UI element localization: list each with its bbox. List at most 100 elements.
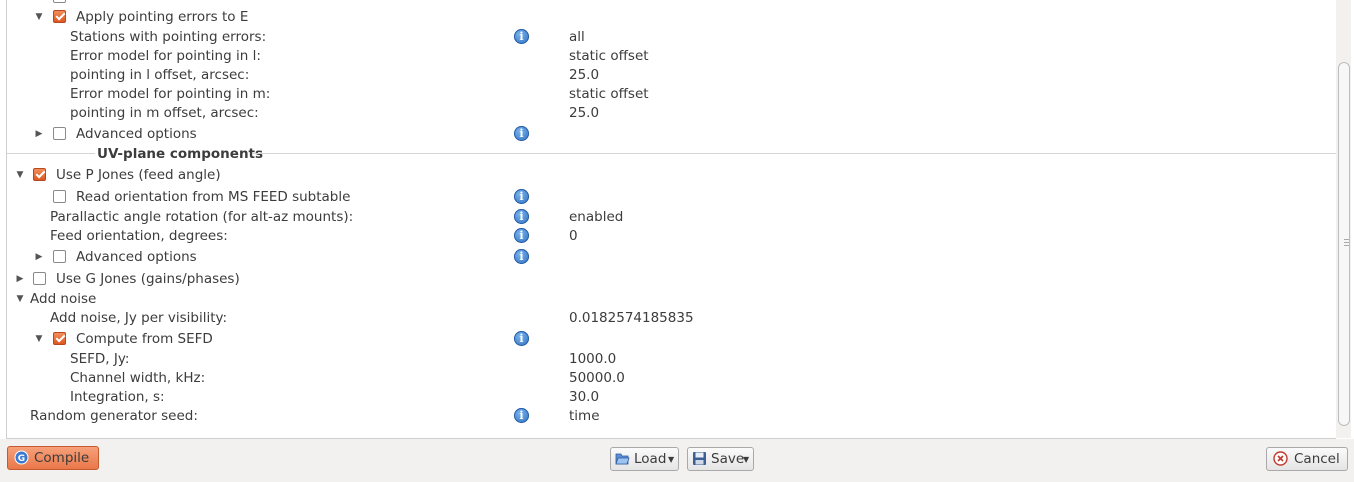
save-button[interactable]: Save ▼ (687, 447, 754, 471)
tree-row-random-seed[interactable]: Random generator seed: i time (7, 407, 1336, 426)
stations-value[interactable]: all (569, 28, 585, 47)
compile-button-label: Compile (34, 450, 90, 466)
err-model-l-label: Error model for pointing in l: (70, 48, 261, 64)
parallactic-label: Parallactic angle rotation (for alt-az m… (50, 209, 354, 225)
expand-arrow-icon[interactable]: ▶ (15, 270, 25, 289)
collapse-arrow-icon[interactable]: ▼ (34, 330, 44, 349)
sefd-label: SEFD, Jy: (70, 351, 130, 367)
tree-row-offset-l[interactable]: pointing in l offset, arcsec: 25.0 (7, 66, 1336, 85)
sefd-value[interactable]: 1000.0 (569, 350, 616, 369)
tree-row-integration[interactable]: Integration, s: 30.0 (7, 388, 1336, 407)
tree-row-err-model-l[interactable]: Error model for pointing in l: static of… (7, 47, 1336, 66)
floppy-disk-icon (693, 452, 706, 465)
offset-m-value[interactable]: 25.0 (569, 104, 599, 123)
integration-label: Integration, s: (70, 389, 165, 405)
expand-arrow-icon[interactable]: ▶ (34, 248, 44, 267)
advanced-options-2-label: Advanced options (76, 249, 197, 265)
section-divider (253, 153, 1336, 154)
random-seed-label: Random generator seed: (30, 408, 198, 424)
read-orientation-label: Read orientation from MS FEED subtable (76, 189, 351, 205)
checkbox-cut[interactable] (53, 0, 66, 3)
tree-row-advanced-options-1[interactable]: ▶ Advanced options i (7, 125, 1336, 144)
advanced-options-2-checkbox[interactable] (53, 250, 66, 263)
scrollbar-thumb[interactable] (1338, 62, 1350, 426)
advanced-options-1-label: Advanced options (76, 126, 197, 142)
compile-button[interactable]: G Compile (7, 446, 99, 470)
options-tree-panel: ▼ Apply pointing errors to E Stations wi… (6, 0, 1336, 439)
tree-row-compute-sefd[interactable]: ▼ Compute from SEFD i (7, 330, 1336, 349)
cancel-button[interactable]: Cancel (1266, 447, 1348, 471)
info-icon[interactable]: i (514, 408, 529, 423)
dialog-button-bar: G Compile Load ▼ Save ▼ Cancel (0, 439, 1354, 482)
compute-sefd-label: Compute from SEFD (76, 331, 213, 347)
tree-row-advanced-options-2[interactable]: ▶ Advanced options i (7, 248, 1336, 267)
cancel-icon (1273, 451, 1288, 466)
integration-value[interactable]: 30.0 (569, 388, 599, 407)
use-g-jones-checkbox[interactable] (33, 272, 46, 285)
tree-row-apply-pointing[interactable]: ▼ Apply pointing errors to E (7, 8, 1336, 27)
stations-label: Stations with pointing errors: (70, 29, 267, 45)
section-title-uv-plane: UV-plane components (97, 146, 264, 162)
save-button-label: Save (711, 451, 745, 467)
folder-open-icon (615, 453, 630, 465)
vertical-scrollbar[interactable] (1336, 0, 1351, 438)
apply-pointing-label: Apply pointing errors to E (76, 9, 249, 25)
tree-row-use-p-jones[interactable]: ▼ Use P Jones (feed angle) (7, 166, 1336, 185)
tree-row-err-model-m[interactable]: Error model for pointing in m: static of… (7, 85, 1336, 104)
tree-row-offset-m[interactable]: pointing in m offset, arcsec: 25.0 (7, 104, 1336, 123)
info-icon[interactable]: i (514, 209, 529, 224)
grip-line (1344, 245, 1349, 246)
info-icon[interactable]: i (514, 228, 529, 243)
feed-orientation-label: Feed orientation, degrees: (50, 228, 228, 244)
tree-row-read-orientation[interactable]: Read orientation from MS FEED subtable i (7, 188, 1336, 207)
grip-line (1344, 239, 1349, 240)
collapse-arrow-icon[interactable]: ▼ (34, 8, 44, 27)
compile-icon: G (14, 450, 29, 465)
dropdown-arrow-icon: ▼ (668, 455, 675, 464)
parallactic-value[interactable]: enabled (569, 208, 623, 227)
tree-row-stations[interactable]: Stations with pointing errors: i all (7, 28, 1336, 47)
channel-width-value[interactable]: 50000.0 (569, 369, 625, 388)
svg-text:G: G (18, 454, 25, 464)
offset-l-label: pointing in l offset, arcsec: (70, 67, 250, 83)
tree-row-noise-per-vis[interactable]: Add noise, Jy per visibility: 0.01825741… (7, 309, 1336, 328)
use-p-jones-checkbox[interactable] (33, 168, 46, 181)
info-icon[interactable]: i (514, 126, 529, 141)
compute-sefd-checkbox[interactable] (53, 332, 66, 345)
tree-row-use-g-jones[interactable]: ▶ Use G Jones (gains/phases) (7, 270, 1336, 289)
collapse-arrow-icon[interactable]: ▼ (15, 290, 25, 309)
dropdown-arrow-icon: ▼ (743, 455, 750, 464)
tree-row-add-noise[interactable]: ▼ Add noise (7, 290, 1336, 309)
add-noise-label: Add noise (30, 291, 97, 307)
info-icon[interactable]: i (514, 189, 529, 204)
tree-row-sefd[interactable]: SEFD, Jy: 1000.0 (7, 350, 1336, 369)
tree-row-feed-orientation[interactable]: Feed orientation, degrees: i 0 (7, 227, 1336, 246)
err-model-l-value[interactable]: static offset (569, 47, 649, 66)
read-orientation-checkbox[interactable] (53, 190, 66, 203)
err-model-m-value[interactable]: static offset (569, 85, 649, 104)
offset-l-value[interactable]: 25.0 (569, 66, 599, 85)
use-p-jones-label: Use P Jones (feed angle) (56, 167, 221, 183)
random-seed-value[interactable]: time (569, 407, 600, 426)
noise-per-vis-label: Add noise, Jy per visibility: (50, 310, 228, 326)
tree-row-channel-width[interactable]: Channel width, kHz: 50000.0 (7, 369, 1336, 388)
advanced-options-1-checkbox[interactable] (53, 127, 66, 140)
offset-m-label: pointing in m offset, arcsec: (70, 105, 259, 121)
load-button-label: Load (634, 451, 667, 467)
noise-per-vis-value[interactable]: 0.0182574185835 (569, 309, 694, 328)
err-model-m-label: Error model for pointing in m: (70, 86, 271, 102)
load-button[interactable]: Load ▼ (610, 447, 679, 471)
channel-width-label: Channel width, kHz: (70, 370, 206, 386)
feed-orientation-value[interactable]: 0 (569, 227, 578, 246)
section-divider (7, 153, 95, 154)
info-icon[interactable]: i (514, 331, 529, 346)
collapse-arrow-icon[interactable]: ▼ (15, 166, 25, 185)
info-icon[interactable]: i (514, 29, 529, 44)
grip-line (1344, 242, 1349, 243)
use-g-jones-label: Use G Jones (gains/phases) (56, 271, 240, 287)
cancel-button-label: Cancel (1294, 451, 1340, 467)
tree-row-parallactic[interactable]: Parallactic angle rotation (for alt-az m… (7, 208, 1336, 227)
expand-arrow-icon[interactable]: ▶ (34, 125, 44, 144)
apply-pointing-checkbox[interactable] (53, 10, 66, 23)
info-icon[interactable]: i (514, 249, 529, 264)
